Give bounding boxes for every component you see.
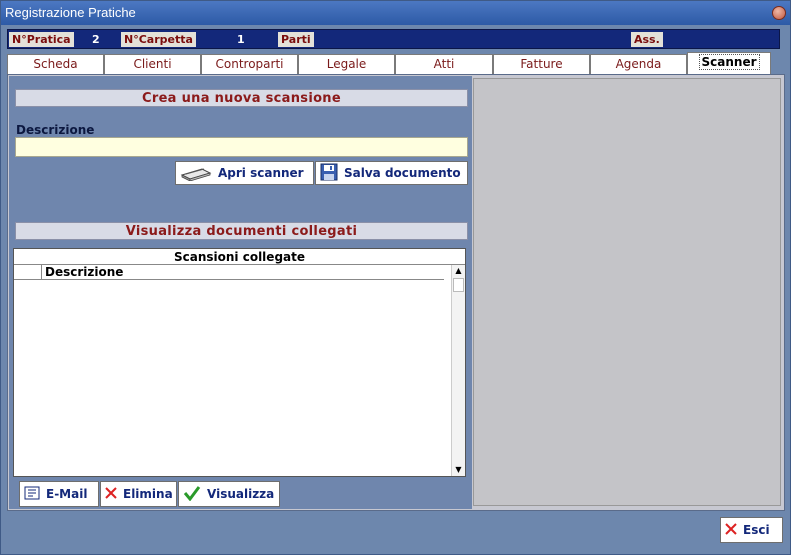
tab-label: Agenda: [615, 57, 662, 71]
linked-documents-header: Visualizza documenti collegati: [15, 222, 468, 240]
description-label: Descrizione: [16, 123, 95, 137]
email-label: E-Mail: [46, 487, 88, 501]
scanner-left-panel: Crea una nuova scansione Descrizione Apr…: [9, 76, 472, 509]
tab-atti[interactable]: Atti: [395, 54, 493, 74]
save-document-label: Salva documento: [344, 166, 461, 180]
column-descrizione[interactable]: Descrizione: [45, 265, 123, 279]
check-icon: [183, 485, 201, 504]
column-header: Descrizione: [14, 265, 444, 280]
delete-label: Elimina: [123, 487, 173, 501]
view-button[interactable]: Visualizza: [178, 481, 280, 507]
tab-label: Atti: [433, 57, 455, 71]
description-input[interactable]: [15, 137, 468, 157]
tab-scanner[interactable]: Scanner: [687, 52, 771, 74]
email-button[interactable]: E-Mail: [19, 481, 99, 507]
delete-x-icon: [105, 486, 117, 502]
carpetta-label: N°Carpetta: [121, 32, 196, 47]
tab-bar: Scheda Clienti Controparti Legale Atti F…: [7, 52, 785, 74]
tab-label: Scanner: [698, 54, 760, 70]
list-title: Scansioni collegate: [14, 249, 465, 265]
linked-scans-list[interactable]: Scansioni collegate Descrizione ▲ ▼: [13, 248, 466, 477]
exit-button[interactable]: Esci: [720, 517, 783, 543]
scroll-thumb[interactable]: [453, 278, 464, 292]
open-scanner-button[interactable]: Apri scanner: [175, 161, 314, 185]
close-icon[interactable]: [772, 6, 786, 20]
email-icon: [24, 486, 40, 503]
floppy-disk-icon: [320, 163, 338, 184]
scanner-icon: [180, 163, 212, 184]
tab-clienti[interactable]: Clienti: [104, 54, 201, 74]
scroll-down-arrow-icon[interactable]: ▼: [452, 464, 465, 476]
tab-scheda[interactable]: Scheda: [7, 54, 104, 74]
new-scan-header: Crea una nuova scansione: [15, 89, 468, 107]
delete-button[interactable]: Elimina: [100, 481, 177, 507]
open-scanner-label: Apri scanner: [218, 166, 304, 180]
tab-label: Legale: [326, 57, 367, 71]
tab-label: Clienti: [133, 57, 172, 71]
info-bar: N°Pratica 2 N°Carpetta 1 Parti Ass.: [7, 29, 780, 49]
save-document-button[interactable]: Salva documento: [315, 161, 468, 185]
exit-label: Esci: [743, 523, 770, 537]
row-selector-header: [14, 265, 42, 279]
tab-label: Scheda: [33, 57, 78, 71]
window-title: Registrazione Pratiche: [5, 5, 136, 20]
tab-fatture[interactable]: Fatture: [493, 54, 590, 74]
tab-label: Controparti: [215, 57, 284, 71]
scroll-up-arrow-icon[interactable]: ▲: [452, 265, 465, 277]
ass-label: Ass.: [631, 32, 663, 47]
parti-label: Parti: [278, 32, 314, 47]
scan-preview-panel: [473, 78, 781, 506]
main-window: Registrazione Pratiche N°Pratica 2 N°Car…: [0, 0, 791, 555]
tab-content: Crea una nuova scansione Descrizione Apr…: [7, 74, 785, 511]
view-label: Visualizza: [207, 487, 275, 501]
tab-label: Fatture: [520, 57, 563, 71]
tab-controparti[interactable]: Controparti: [201, 54, 298, 74]
tab-legale[interactable]: Legale: [298, 54, 395, 74]
title-bar: Registrazione Pratiche: [1, 1, 790, 25]
tab-agenda[interactable]: Agenda: [590, 54, 687, 74]
carpetta-value: 1: [237, 33, 245, 46]
pratica-value: 2: [92, 33, 100, 46]
list-scrollbar[interactable]: ▲ ▼: [451, 265, 465, 476]
pratica-label: N°Pratica: [9, 32, 74, 47]
exit-x-icon: [725, 522, 737, 538]
